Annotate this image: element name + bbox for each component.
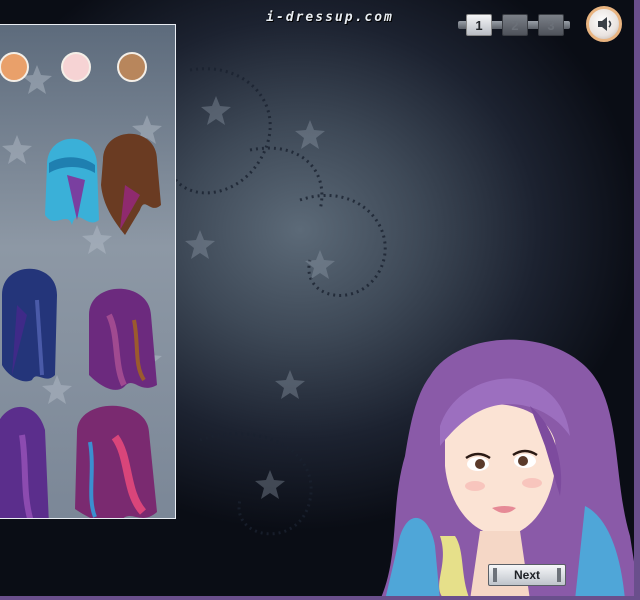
frame-bottom-border [0,596,640,600]
skin-swatch-tan[interactable] [117,52,147,82]
site-logo[interactable]: i-dressup.com [245,8,415,28]
hair-option-violet-long[interactable] [0,395,53,519]
hair-option-dark-blue-braids[interactable] [0,255,63,390]
hair-option-brown-bob[interactable] [95,125,165,235]
speaker-icon [598,17,612,31]
model-character [380,339,640,600]
page-selector: 1 2 3 [458,12,570,38]
page-1-button[interactable]: 1 [466,14,492,36]
page-2-button[interactable]: 2 [502,14,528,36]
hair-option-pink-curls[interactable] [65,397,161,519]
game-stage: i-dressup.com 1 2 3 Next [0,0,640,600]
frame-right-border [634,0,640,600]
skin-swatch-pink[interactable] [61,52,91,82]
next-button[interactable]: Next [488,564,566,586]
sound-toggle-button[interactable] [586,6,622,42]
hair-selection-panel [0,24,176,519]
hair-option-purple-waves[interactable] [79,275,161,400]
skin-swatch-peach[interactable] [0,52,29,82]
page-3-button[interactable]: 3 [538,14,564,36]
